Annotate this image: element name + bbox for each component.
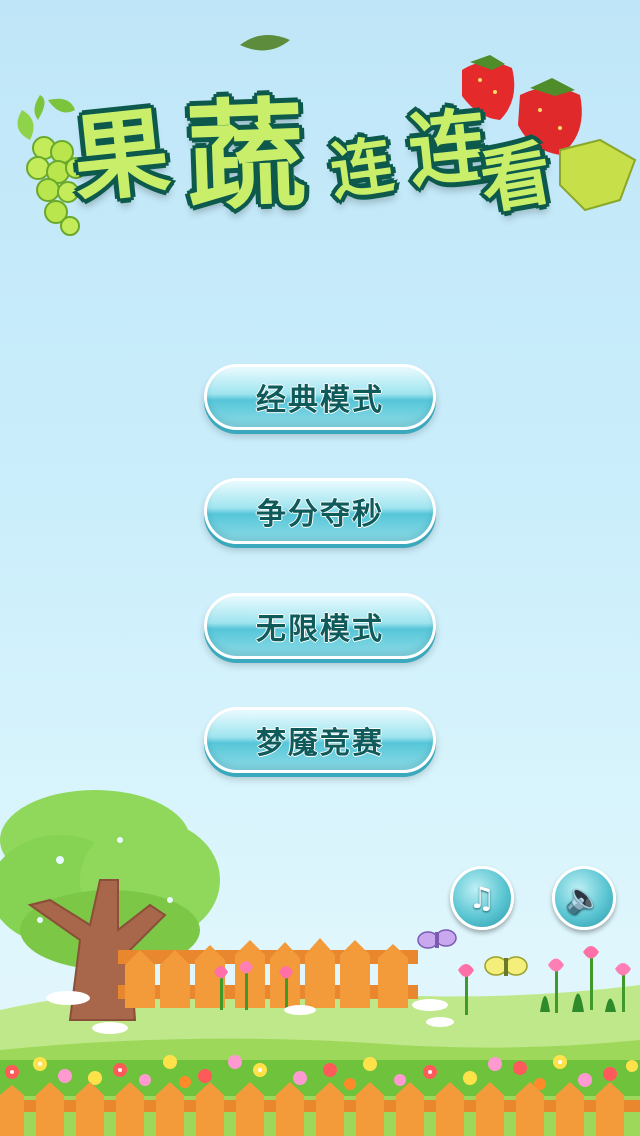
game-start-screen: 果 蔬 连 连 看 经典模式 争分夺秒 无限模式 梦魇竞赛 ♫ 🔈 xyxy=(0,0,640,1136)
title-char-1: 果 xyxy=(67,95,175,217)
title-char-3: 连 xyxy=(325,127,398,209)
endless-mode-label: 无限模式 xyxy=(256,612,384,647)
title-char-5: 看 xyxy=(474,131,558,225)
butterfly-purple-icon xyxy=(417,929,457,949)
contest-mode-label: 梦魇竞赛 xyxy=(256,726,384,761)
music-toggle-button[interactable]: ♫ xyxy=(450,866,514,930)
classic-mode-label: 经典模式 xyxy=(256,383,384,418)
title-char-2: 蔬 xyxy=(183,84,307,228)
endless-mode-button[interactable]: 无限模式 xyxy=(204,593,436,659)
music-note-icon: ♫ xyxy=(468,880,496,916)
game-title: 果 蔬 连 连 看 xyxy=(0,0,640,250)
sound-toggle-button[interactable]: 🔈 xyxy=(552,866,616,930)
timed-mode-button[interactable]: 争分夺秒 xyxy=(204,478,436,544)
contest-mode-button[interactable]: 梦魇竞赛 xyxy=(204,707,436,773)
butterfly-yellow-icon xyxy=(484,956,528,976)
classic-mode-button[interactable]: 经典模式 xyxy=(204,364,436,430)
speaker-icon: 🔈 xyxy=(565,880,603,916)
timed-mode-label: 争分夺秒 xyxy=(256,497,384,532)
